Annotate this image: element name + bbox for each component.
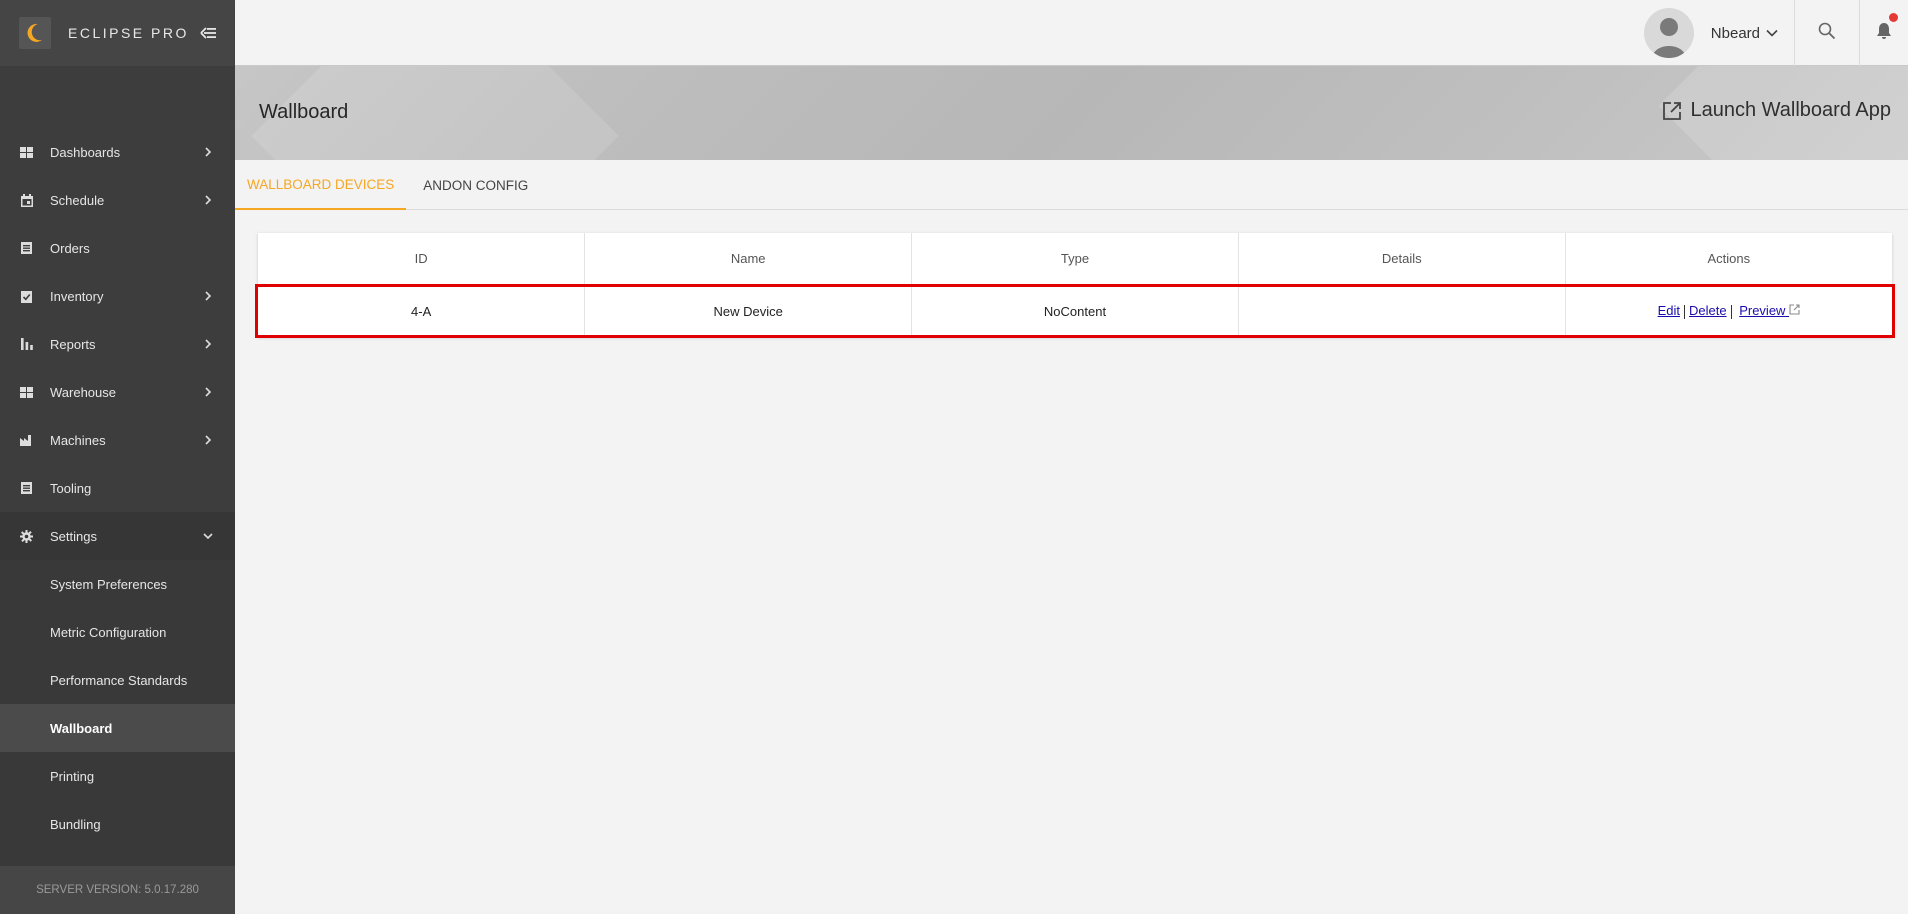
sidebar-item-orders[interactable]: Orders [0, 224, 235, 272]
sidebar-item-label: Inventory [50, 288, 104, 304]
devices-table: ID Name Type Details Actions 4-A New Dev… [258, 233, 1892, 337]
sidebar-item-tooling[interactable]: Tooling [0, 464, 235, 512]
tab-wallboard-devices[interactable]: WALLBOARD DEVICES [235, 160, 407, 210]
chevron-right-icon [201, 193, 215, 207]
grid-icon [19, 385, 34, 400]
chevron-right-icon [201, 337, 215, 351]
tab-andon-config[interactable]: ANDON CONFIG [411, 160, 540, 210]
cell-name: New Device [584, 285, 913, 337]
cell-actions: Edit Delete Preview [1565, 285, 1892, 337]
sidebar-item-schedule[interactable]: Schedule [0, 176, 235, 224]
cell-type: NoContent [911, 285, 1239, 337]
notifications-button[interactable] [1860, 0, 1908, 66]
sidebar-nav: Dashboards Schedule Orders Inventory Rep… [0, 128, 235, 896]
sidebar-item-label: Schedule [50, 192, 105, 208]
sidebar-subitem-wallboard[interactable]: Wallboard [0, 704, 235, 752]
column-header-name[interactable]: Name [584, 233, 913, 286]
notification-badge [1889, 13, 1898, 22]
page-header: Wallboard Launch Wallboard App [235, 66, 1908, 160]
user-menu[interactable]: Nbeard [1643, 0, 1778, 66]
sidebar: ECLIPSE PRO Dashboards Schedule Orders I… [0, 0, 235, 914]
devices-table-card: ID Name Type Details Actions 4-A New Dev… [255, 233, 1895, 338]
chevron-down-icon [201, 529, 215, 543]
column-header-type[interactable]: Type [911, 233, 1239, 286]
collapse-sidebar-icon[interactable] [198, 23, 218, 43]
page-title: Wallboard [259, 101, 349, 123]
server-version: SERVER VERSION: 5.0.17.280 [0, 866, 235, 914]
external-link-icon [1662, 100, 1684, 122]
sidebar-item-label: Warehouse [50, 384, 116, 400]
cell-details [1238, 285, 1566, 337]
moon-logo-icon [19, 17, 51, 49]
chevron-right-icon [201, 385, 215, 399]
gear-icon [19, 529, 34, 544]
clipboard-check-icon [19, 289, 34, 304]
column-header-actions: Actions [1565, 233, 1892, 286]
chevron-down-icon [1766, 27, 1778, 39]
calendar-icon [19, 193, 34, 208]
sidebar-subitem-system-preferences[interactable]: System Preferences [0, 560, 235, 608]
list-icon [19, 241, 34, 256]
sidebar-item-label: Tooling [50, 480, 92, 496]
divider [1684, 305, 1685, 320]
preview-link[interactable]: Preview [1739, 303, 1800, 318]
edit-link[interactable]: Edit [1658, 303, 1680, 318]
launch-wallboard-app-label: Launch Wallboard App [1690, 99, 1891, 121]
sidebar-item-label: Dashboards [50, 144, 121, 160]
chevron-right-icon [201, 433, 215, 447]
sidebar-subitem-bundling[interactable]: Bundling [0, 800, 235, 848]
chevron-right-icon [201, 289, 215, 303]
sidebar-item-inventory[interactable]: Inventory [0, 272, 235, 320]
search-icon [1818, 22, 1836, 45]
sidebar-item-label: Reports [50, 336, 96, 352]
launch-wallboard-app-link[interactable]: Launch Wallboard App [1662, 99, 1891, 122]
external-link-icon [1789, 303, 1800, 318]
tab-bar: WALLBOARD DEVICES ANDON CONFIG [235, 160, 1908, 210]
sidebar-subitem-printing[interactable]: Printing [0, 752, 235, 800]
table-row: 4-A New Device NoContent Edit Delete Prev… [258, 285, 1892, 337]
avatar [1643, 8, 1694, 58]
cell-id: 4-A [258, 285, 586, 337]
top-bar: Nbeard [235, 0, 1908, 66]
factory-icon [19, 433, 34, 448]
search-button[interactable] [1794, 0, 1860, 66]
table-header-row: ID Name Type Details Actions [258, 233, 1892, 286]
sidebar-item-label: Settings [50, 528, 97, 544]
chevron-right-icon [201, 145, 215, 159]
delete-link[interactable]: Delete [1689, 303, 1727, 318]
sidebar-item-label: Machines [50, 432, 106, 448]
sidebar-subitem-metric-configuration[interactable]: Metric Configuration [0, 608, 235, 656]
bell-icon [1876, 22, 1892, 45]
user-name: Nbeard [1710, 24, 1760, 42]
dashboard-icon [19, 145, 34, 160]
divider [1730, 305, 1732, 320]
sidebar-item-reports[interactable]: Reports [0, 320, 235, 368]
list-icon [19, 481, 34, 496]
preview-label: Preview [1739, 303, 1786, 319]
brand-name: ECLIPSE PRO [68, 25, 189, 41]
brand-bar: ECLIPSE PRO [0, 0, 235, 66]
sidebar-subitem-performance-standards[interactable]: Performance Standards [0, 656, 235, 704]
sidebar-item-dashboards[interactable]: Dashboards [0, 128, 235, 176]
sidebar-item-settings[interactable]: Settings [0, 512, 235, 560]
sidebar-item-warehouse[interactable]: Warehouse [0, 368, 235, 416]
bar-chart-icon [19, 337, 34, 352]
column-header-id[interactable]: ID [258, 233, 586, 286]
sidebar-item-label: Orders [50, 240, 90, 256]
column-header-details[interactable]: Details [1238, 233, 1566, 286]
sidebar-item-machines[interactable]: Machines [0, 416, 235, 464]
